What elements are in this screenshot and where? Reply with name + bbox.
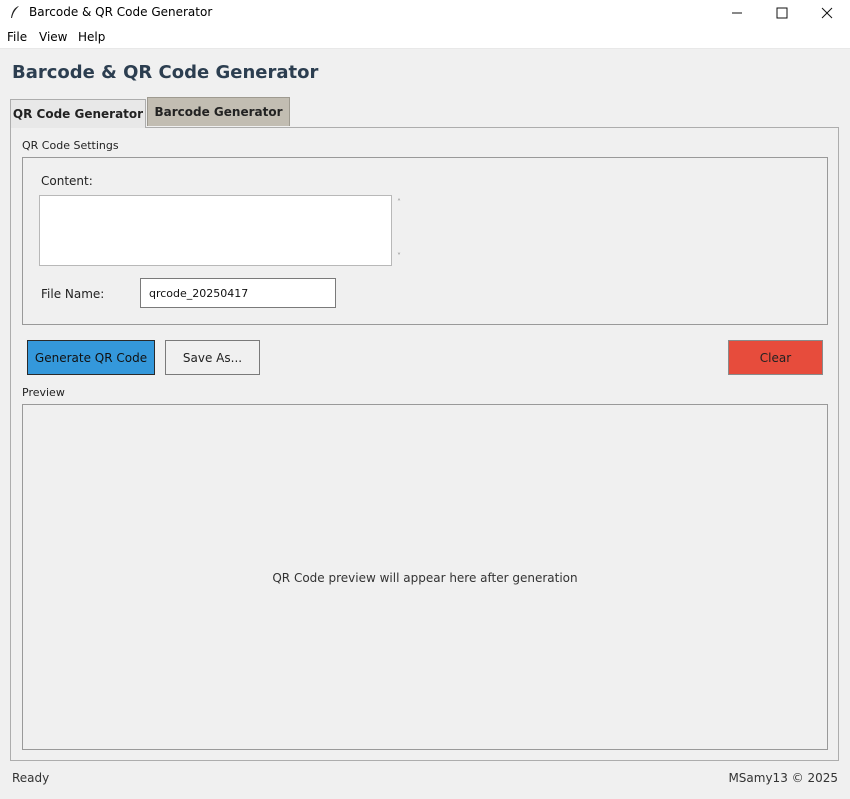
content-scrollbar[interactable]: ˄ ˅ — [392, 195, 410, 266]
preview-group-label: Preview — [22, 386, 65, 399]
close-button[interactable] — [804, 0, 850, 26]
menu-help[interactable]: Help — [78, 30, 105, 44]
preview-placeholder: QR Code preview will appear here after g… — [272, 571, 578, 585]
menu-view[interactable]: View — [39, 30, 67, 44]
settings-group-label: QR Code Settings — [22, 139, 119, 152]
save-as-button[interactable]: Save As... — [165, 340, 260, 375]
page-title: Barcode & QR Code Generator — [12, 62, 319, 83]
menu-bar: File View Help — [0, 26, 850, 49]
file-name-field[interactable]: qrcode_20250417 — [140, 278, 336, 308]
maximize-icon — [776, 7, 788, 19]
tab-barcode-generator[interactable]: Barcode Generator — [147, 97, 290, 126]
scroll-up-icon[interactable]: ˄ — [397, 198, 401, 207]
file-name-label: File Name: — [41, 287, 105, 301]
title-bar: Barcode & QR Code Generator — [0, 0, 850, 26]
scroll-down-icon[interactable]: ˅ — [397, 252, 401, 261]
feather-icon — [11, 6, 19, 18]
maximize-button[interactable] — [759, 0, 805, 26]
window-title: Barcode & QR Code Generator — [29, 5, 213, 19]
menu-file[interactable]: File — [7, 30, 27, 44]
preview-area: QR Code preview will appear here after g… — [22, 404, 828, 750]
content-label: Content: — [41, 174, 93, 188]
generate-qr-code-button[interactable]: Generate QR Code — [27, 340, 155, 375]
content-textarea[interactable] — [39, 195, 392, 266]
status-text: Ready — [12, 771, 50, 785]
close-icon — [821, 7, 833, 19]
clear-button[interactable]: Clear — [728, 340, 823, 375]
copyright-text: MSamy13 © 2025 — [728, 771, 838, 785]
minimize-button[interactable] — [714, 0, 760, 26]
tab-qr-code-generator[interactable]: QR Code Generator — [10, 99, 146, 128]
minimize-icon — [732, 12, 742, 14]
